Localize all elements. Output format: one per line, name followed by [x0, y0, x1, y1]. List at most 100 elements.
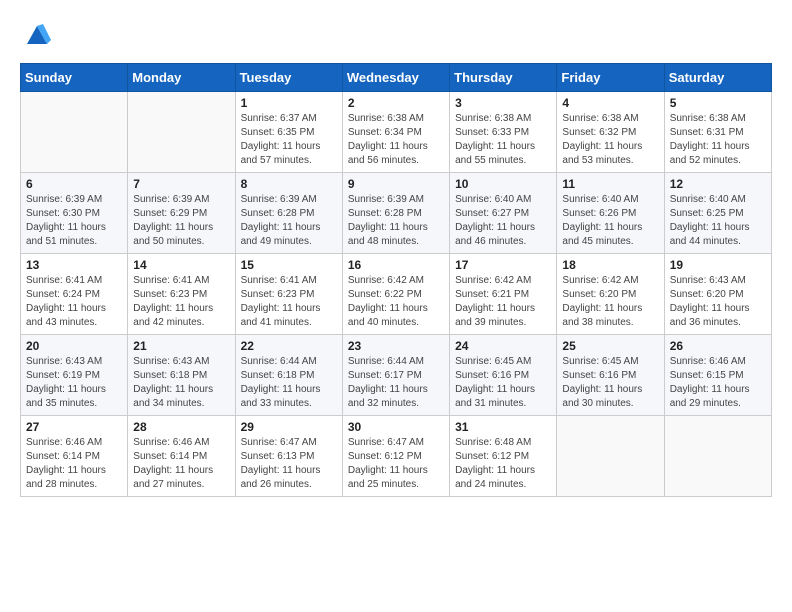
day-info: Sunrise: 6:41 AM Sunset: 6:23 PM Dayligh… — [133, 274, 229, 330]
day-number: 28 — [133, 420, 229, 434]
calendar-cell: 29 Sunrise: 6:47 AM Sunset: 6:13 PM Dayli… — [235, 416, 342, 497]
weekday-header-row: SundayMondayTuesdayWednesdayThursdayFrid… — [21, 64, 772, 92]
calendar-cell — [664, 416, 771, 497]
day-number: 13 — [26, 258, 122, 272]
calendar-cell: 10 Sunrise: 6:40 AM Sunset: 6:27 PM Dayli… — [450, 173, 557, 254]
day-number: 26 — [670, 339, 766, 353]
day-number: 3 — [455, 96, 551, 110]
page-header — [20, 20, 772, 53]
calendar-cell: 3 Sunrise: 6:38 AM Sunset: 6:33 PM Daylig… — [450, 92, 557, 173]
calendar-cell — [21, 92, 128, 173]
day-number: 14 — [133, 258, 229, 272]
day-number: 5 — [670, 96, 766, 110]
weekday-header-monday: Monday — [128, 64, 235, 92]
calendar-cell: 19 Sunrise: 6:43 AM Sunset: 6:20 PM Dayli… — [664, 254, 771, 335]
day-info: Sunrise: 6:39 AM Sunset: 6:28 PM Dayligh… — [241, 193, 337, 249]
calendar-cell: 16 Sunrise: 6:42 AM Sunset: 6:22 PM Dayli… — [342, 254, 449, 335]
day-number: 9 — [348, 177, 444, 191]
calendar-cell: 12 Sunrise: 6:40 AM Sunset: 6:25 PM Dayli… — [664, 173, 771, 254]
logo-icon — [23, 20, 51, 48]
calendar-cell: 14 Sunrise: 6:41 AM Sunset: 6:23 PM Dayli… — [128, 254, 235, 335]
calendar-cell: 4 Sunrise: 6:38 AM Sunset: 6:32 PM Daylig… — [557, 92, 664, 173]
weekday-header-saturday: Saturday — [664, 64, 771, 92]
day-number: 12 — [670, 177, 766, 191]
day-number: 10 — [455, 177, 551, 191]
day-number: 23 — [348, 339, 444, 353]
calendar-cell: 31 Sunrise: 6:48 AM Sunset: 6:12 PM Dayli… — [450, 416, 557, 497]
calendar-cell: 30 Sunrise: 6:47 AM Sunset: 6:12 PM Dayli… — [342, 416, 449, 497]
calendar-week-row: 1Sunrise: 6:37 AM Sunset: 6:35 PM Daylig… — [21, 92, 772, 173]
day-number: 20 — [26, 339, 122, 353]
day-number: 24 — [455, 339, 551, 353]
day-info: Sunrise: 6:40 AM Sunset: 6:26 PM Dayligh… — [562, 193, 658, 249]
calendar-cell: 27 Sunrise: 6:46 AM Sunset: 6:14 PM Dayli… — [21, 416, 128, 497]
calendar-week-row: 20Sunrise: 6:43 AM Sunset: 6:19 PM Dayli… — [21, 335, 772, 416]
weekday-header-friday: Friday — [557, 64, 664, 92]
calendar-cell: 1Sunrise: 6:37 AM Sunset: 6:35 PM Daylig… — [235, 92, 342, 173]
day-info: Sunrise: 6:42 AM Sunset: 6:21 PM Dayligh… — [455, 274, 551, 330]
day-number: 31 — [455, 420, 551, 434]
day-info: Sunrise: 6:45 AM Sunset: 6:16 PM Dayligh… — [562, 355, 658, 411]
day-info: Sunrise: 6:44 AM Sunset: 6:18 PM Dayligh… — [241, 355, 337, 411]
day-number: 19 — [670, 258, 766, 272]
logo — [20, 20, 51, 53]
day-info: Sunrise: 6:41 AM Sunset: 6:23 PM Dayligh… — [241, 274, 337, 330]
calendar-cell: 28 Sunrise: 6:46 AM Sunset: 6:14 PM Dayli… — [128, 416, 235, 497]
day-info: Sunrise: 6:37 AM Sunset: 6:35 PM Dayligh… — [241, 112, 337, 168]
day-number: 21 — [133, 339, 229, 353]
calendar-cell: 22 Sunrise: 6:44 AM Sunset: 6:18 PM Dayli… — [235, 335, 342, 416]
day-number: 11 — [562, 177, 658, 191]
day-number: 4 — [562, 96, 658, 110]
calendar-cell: 13 Sunrise: 6:41 AM Sunset: 6:24 PM Dayli… — [21, 254, 128, 335]
day-info: Sunrise: 6:38 AM Sunset: 6:33 PM Dayligh… — [455, 112, 551, 168]
calendar-cell: 20Sunrise: 6:43 AM Sunset: 6:19 PM Dayli… — [21, 335, 128, 416]
calendar-cell — [128, 92, 235, 173]
day-info: Sunrise: 6:38 AM Sunset: 6:34 PM Dayligh… — [348, 112, 444, 168]
day-number: 7 — [133, 177, 229, 191]
calendar-week-row: 27 Sunrise: 6:46 AM Sunset: 6:14 PM Dayli… — [21, 416, 772, 497]
day-number: 18 — [562, 258, 658, 272]
calendar-cell: 8 Sunrise: 6:39 AM Sunset: 6:28 PM Daylig… — [235, 173, 342, 254]
weekday-header-thursday: Thursday — [450, 64, 557, 92]
weekday-header-tuesday: Tuesday — [235, 64, 342, 92]
day-number: 17 — [455, 258, 551, 272]
calendar-cell: 21Sunrise: 6:43 AM Sunset: 6:18 PM Dayli… — [128, 335, 235, 416]
day-number: 16 — [348, 258, 444, 272]
day-number: 2 — [348, 96, 444, 110]
day-info: Sunrise: 6:47 AM Sunset: 6:12 PM Dayligh… — [348, 436, 444, 492]
day-number: 15 — [241, 258, 337, 272]
day-number: 22 — [241, 339, 337, 353]
calendar-cell: 2 Sunrise: 6:38 AM Sunset: 6:34 PM Daylig… — [342, 92, 449, 173]
calendar-cell: 24 Sunrise: 6:45 AM Sunset: 6:16 PM Dayli… — [450, 335, 557, 416]
day-info: Sunrise: 6:43 AM Sunset: 6:20 PM Dayligh… — [670, 274, 766, 330]
calendar-cell: 5Sunrise: 6:38 AM Sunset: 6:31 PM Daylig… — [664, 92, 771, 173]
day-info: Sunrise: 6:40 AM Sunset: 6:27 PM Dayligh… — [455, 193, 551, 249]
day-info: Sunrise: 6:40 AM Sunset: 6:25 PM Dayligh… — [670, 193, 766, 249]
calendar-cell — [557, 416, 664, 497]
day-info: Sunrise: 6:46 AM Sunset: 6:14 PM Dayligh… — [26, 436, 122, 492]
day-number: 6 — [26, 177, 122, 191]
calendar-cell: 7 Sunrise: 6:39 AM Sunset: 6:29 PM Daylig… — [128, 173, 235, 254]
day-number: 8 — [241, 177, 337, 191]
weekday-header-sunday: Sunday — [21, 64, 128, 92]
calendar-cell: 11 Sunrise: 6:40 AM Sunset: 6:26 PM Dayli… — [557, 173, 664, 254]
day-info: Sunrise: 6:41 AM Sunset: 6:24 PM Dayligh… — [26, 274, 122, 330]
day-info: Sunrise: 6:39 AM Sunset: 6:29 PM Dayligh… — [133, 193, 229, 249]
day-number: 29 — [241, 420, 337, 434]
day-number: 27 — [26, 420, 122, 434]
day-number: 30 — [348, 420, 444, 434]
day-info: Sunrise: 6:38 AM Sunset: 6:32 PM Dayligh… — [562, 112, 658, 168]
day-number: 25 — [562, 339, 658, 353]
day-info: Sunrise: 6:39 AM Sunset: 6:30 PM Dayligh… — [26, 193, 122, 249]
day-info: Sunrise: 6:42 AM Sunset: 6:22 PM Dayligh… — [348, 274, 444, 330]
day-info: Sunrise: 6:46 AM Sunset: 6:15 PM Dayligh… — [670, 355, 766, 411]
day-info: Sunrise: 6:48 AM Sunset: 6:12 PM Dayligh… — [455, 436, 551, 492]
day-info: Sunrise: 6:45 AM Sunset: 6:16 PM Dayligh… — [455, 355, 551, 411]
calendar-cell: 26 Sunrise: 6:46 AM Sunset: 6:15 PM Dayli… — [664, 335, 771, 416]
day-info: Sunrise: 6:44 AM Sunset: 6:17 PM Dayligh… — [348, 355, 444, 411]
calendar-cell: 23 Sunrise: 6:44 AM Sunset: 6:17 PM Dayli… — [342, 335, 449, 416]
calendar-cell: 15 Sunrise: 6:41 AM Sunset: 6:23 PM Dayli… — [235, 254, 342, 335]
day-info: Sunrise: 6:46 AM Sunset: 6:14 PM Dayligh… — [133, 436, 229, 492]
day-info: Sunrise: 6:47 AM Sunset: 6:13 PM Dayligh… — [241, 436, 337, 492]
calendar-cell: 6 Sunrise: 6:39 AM Sunset: 6:30 PM Daylig… — [21, 173, 128, 254]
